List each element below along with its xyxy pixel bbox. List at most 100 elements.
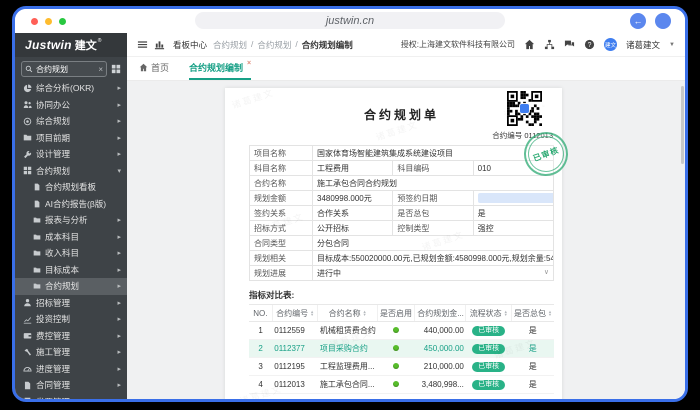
chevron-right-icon: ▸: [117, 349, 121, 357]
folder-icon: [33, 282, 41, 290]
minimize-window-button[interactable]: [45, 17, 52, 25]
field-label: 规划相关: [249, 250, 313, 266]
breadcrumb-item-0[interactable]: 合约规划: [213, 39, 247, 51]
hamburger-icon[interactable]: [137, 39, 148, 50]
sidebar-item-3[interactable]: 项目前期 ▸: [15, 130, 127, 147]
people-icon: [23, 100, 32, 109]
form-field-row-2: 合约名称 施工承包合同合约规划: [249, 175, 554, 191]
form-field-row-3: 规划金额 3480998.000元 预签约日期: [249, 190, 555, 206]
authorization-text: 授权:上海建文软件科技有限公司: [400, 40, 516, 49]
messages-icon[interactable]: [564, 39, 575, 50]
breadcrumb-item-1[interactable]: 合约规划: [257, 39, 291, 51]
sitemap-icon[interactable]: [544, 39, 555, 50]
sidebar-item-6[interactable]: 招标管理 ▸: [15, 295, 127, 312]
sidebar-item-label: 设计管理: [36, 149, 71, 160]
field-value[interactable]: 进行中 ∨: [312, 265, 554, 281]
enabled-dot-icon: [392, 381, 399, 387]
person-icon: [23, 298, 32, 307]
sidebar-item-9[interactable]: 施工管理 ▸: [15, 344, 127, 361]
close-tab-icon[interactable]: ×: [247, 60, 251, 67]
sidebar-subitem-1[interactable]: AI合约报告(β版): [15, 196, 127, 213]
field-value: 国家体育场智能建筑集成系统建设项目: [312, 145, 554, 161]
breadcrumb-root[interactable]: 看板中心: [173, 39, 207, 51]
sidebar-subitem-0[interactable]: 合约规划看板: [15, 179, 127, 196]
sidebar-subitem-2[interactable]: 报表与分析 ▸: [15, 212, 127, 229]
table-row-3[interactable]: 4 0112013 施工承包合同... 3,480,998... 已审核是: [249, 375, 554, 394]
sidebar-item-8[interactable]: 费控管理 ▸: [15, 328, 127, 345]
sidebar-item-label: 综合规划: [36, 116, 71, 127]
url-bar[interactable]: justwin.cn: [195, 12, 505, 29]
sidebar-item-1[interactable]: 协同办公 ▸: [15, 97, 127, 114]
avatar[interactable]: 建文: [604, 38, 618, 51]
content-area: 诸葛建文诸葛建文诸葛建文诸葛建文诸葛建文诸葛建文诸葛建文诸葛建文 合约规划单 合…: [127, 81, 685, 399]
table-row-0[interactable]: 1 0112559 机械租赁费合约 440,000.00 已审核是: [249, 321, 554, 340]
close-window-button[interactable]: [31, 17, 38, 25]
sidebar-item-5[interactable]: 合约规划 ▾: [15, 163, 127, 180]
sort-icon[interactable]: ▲ ▼: [548, 310, 552, 317]
tab-0[interactable]: 首页: [139, 61, 169, 80]
sidebar-subitem-3[interactable]: 成本科目 ▸: [15, 229, 127, 246]
sidebar-item-label: 发票管理: [36, 396, 113, 399]
logo-primary: Justwin: [25, 38, 72, 52]
breadcrumb-item-2[interactable]: 合约规划编制: [302, 39, 353, 51]
sidebar-item-11[interactable]: 合同管理 ▸: [15, 377, 127, 394]
sort-icon[interactable]: ▲ ▼: [363, 310, 367, 317]
vertical-scrollbar[interactable]: [681, 86, 684, 164]
wrench-icon: [23, 150, 32, 159]
menu-grid-icon[interactable]: [111, 64, 121, 74]
sidebar-item-4[interactable]: 设计管理 ▸: [15, 146, 127, 163]
chevron-down-icon[interactable]: ▼: [669, 42, 675, 48]
column-header-4: 合约规划金...: [414, 304, 466, 322]
username[interactable]: 诸葛建文: [626, 39, 660, 51]
field-label: 规划进展: [249, 265, 313, 281]
form-field-row-7: 规划相关 目标成本:550020000.00元,已规划金额:4580998.000…: [249, 250, 554, 266]
dropdown-chevron-icon[interactable]: ∨: [544, 268, 549, 276]
field-value: 合作关系: [311, 205, 394, 221]
sidebar: Justwin 建文 ® 合约规划 × 综合分析(OKR) ▸ 协同办公 ▸ 综合规划 ▸…: [15, 33, 127, 399]
topbar-right: 授权:上海建文软件科技有限公司 ? 建文 诸葛建文 ▼: [401, 38, 675, 51]
table-row-1[interactable]: 2 0112377 项目采购合约 450,000.00 已审核是: [249, 339, 554, 358]
cell-enabled: [377, 375, 415, 394]
field-label: 合同类型: [249, 235, 313, 251]
sidebar-item-12[interactable]: 发票管理 ▸: [15, 394, 127, 399]
sidebar-subitem-6[interactable]: 合约规划 ▸: [15, 278, 127, 295]
sidebar-item-0[interactable]: 综合分析(OKR) ▸: [15, 80, 127, 97]
traffic-lights: [31, 17, 66, 25]
sidebar-subitem-5[interactable]: 目标成本 ▸: [15, 262, 127, 279]
sidebar-item-label: 招标管理: [36, 297, 71, 308]
indicator-header-row: NO. 合约编号 ▲ ▼ 合约名称 ▲ ▼ 是否启用 合约规划金... 流程状态 ▲ ▼ 是否总包 ▲ ▼: [249, 304, 554, 322]
app-logo[interactable]: Justwin 建文 ®: [15, 33, 127, 57]
cell-contract-code: 0112377: [272, 339, 318, 358]
browser-action-button[interactable]: [655, 13, 671, 29]
form-field-row-5: 招标方式 公开招标 控制类型 强控: [249, 220, 555, 236]
app-root: Justwin 建文 ® 合约规划 × 综合分析(OKR) ▸ 协同办公 ▸ 综合规划 ▸…: [15, 33, 685, 399]
sort-icon[interactable]: ▲ ▼: [310, 310, 314, 317]
field-value[interactable]: [472, 190, 555, 206]
sidebar-item-7[interactable]: 投资控制 ▸: [15, 311, 127, 328]
clear-search-icon[interactable]: ×: [98, 65, 103, 74]
table-row-2[interactable]: 3 0112195 工程监理费用... 210,000.00 已审核是: [249, 357, 554, 376]
table-row-count: 总共 4 行: [249, 394, 554, 399]
back-button[interactable]: ←: [630, 13, 646, 29]
cell-status: 已审核: [465, 339, 512, 358]
sidebar-item-2[interactable]: 综合规划 ▸: [15, 113, 127, 130]
cell-enabled: [377, 339, 415, 358]
home-icon[interactable]: [524, 39, 535, 50]
tab-1[interactable]: 合约规划编制 ×: [189, 60, 252, 80]
sidebar-subitem-4[interactable]: 收入科目 ▸: [15, 245, 127, 262]
status-badge: 已审核: [472, 325, 506, 336]
sidebar-search-input[interactable]: 合约规划 ×: [21, 61, 107, 77]
date-input[interactable]: [477, 193, 553, 203]
sidebar-item-label: 报表与分析: [45, 215, 88, 226]
sort-icon[interactable]: ▲ ▼: [504, 310, 508, 317]
sidebar-item-label: 施工管理: [36, 347, 71, 358]
chevron-right-icon: ▸: [117, 85, 121, 93]
maximize-window-button[interactable]: [59, 17, 66, 25]
cell-contract-name: 项目采购合约: [317, 339, 378, 358]
contract-plan-form: 诸葛建文诸葛建文诸葛建文诸葛建文诸葛建文诸葛建文诸葛建文诸葛建文 合约规划单 合…: [225, 87, 575, 399]
help-icon[interactable]: ?: [584, 39, 595, 50]
breadcrumb-separator: /: [295, 38, 298, 49]
search-value: 合约规划: [36, 64, 68, 74]
sidebar-item-10[interactable]: 进度管理 ▸: [15, 361, 127, 378]
chevron-right-icon: ▸: [117, 151, 121, 159]
